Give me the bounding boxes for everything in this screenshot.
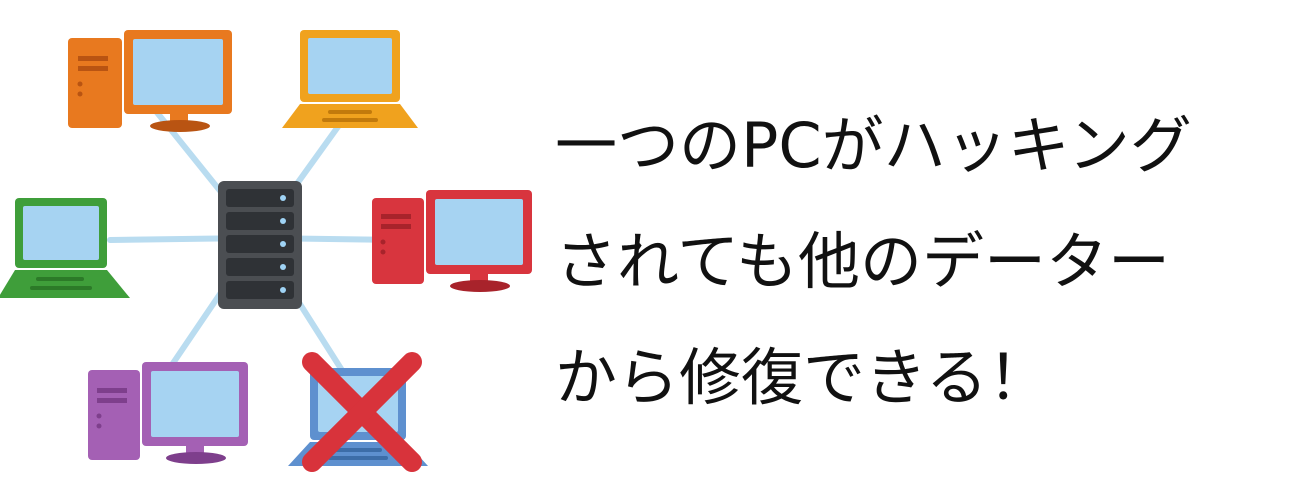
caption-line-1: 一つのPCがハッキング <box>555 109 1192 182</box>
desktop-pc-purple-icon <box>88 362 248 464</box>
desktop-pc-red-icon <box>372 190 532 292</box>
caption-text: 一つのPCがハッキング されても他のデーター から修復できる！ <box>555 88 1275 436</box>
laptop-amber-icon <box>282 30 418 128</box>
caption-line-2: されても他のデーター <box>555 225 1171 298</box>
network-diagram <box>0 30 532 472</box>
laptop-green-icon <box>0 198 130 298</box>
desktop-pc-orange-icon <box>68 30 232 132</box>
server-icon <box>218 181 302 309</box>
caption-line-3: から修復できる！ <box>555 341 1050 414</box>
